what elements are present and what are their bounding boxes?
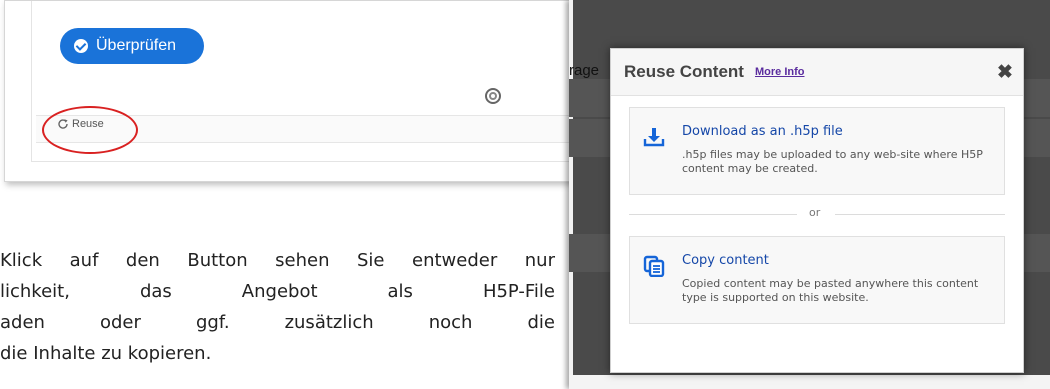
word: zusätzlich	[284, 312, 374, 333]
backdrop-footer	[569, 375, 1050, 389]
copy-content-option[interactable]: Copy content Copied content may be paste…	[629, 236, 1005, 324]
instruction-paragraph: Klick auf den Button sehen Sie entweder …	[0, 245, 555, 369]
download-option-title: Download as an .h5p file	[682, 124, 843, 139]
word: den	[125, 250, 160, 271]
word: oder	[99, 312, 141, 333]
background-partial-text: rage	[569, 62, 600, 79]
h5p-content-card: Überprüfen Reuse	[4, 0, 602, 182]
radio-target-icon[interactable]	[485, 88, 501, 104]
word: noch	[428, 312, 473, 333]
download-icon	[643, 128, 665, 147]
reuse-content-dialog: Reuse Content More Info ✖ Download as an…	[610, 48, 1024, 373]
backdrop-edge	[569, 0, 573, 389]
word: ggf.	[195, 312, 230, 333]
word: H5P-File	[482, 281, 555, 302]
word: die	[527, 312, 555, 333]
separator-line	[835, 214, 1005, 215]
word: lichkeit,	[0, 281, 70, 302]
close-icon[interactable]: ✖	[997, 61, 1013, 84]
word: sehen	[275, 250, 330, 271]
download-h5p-option[interactable]: Download as an .h5p file .h5p files may …	[629, 107, 1005, 195]
copy-icon	[643, 255, 665, 277]
or-separator: or	[629, 206, 1005, 222]
word: Klick	[0, 250, 43, 271]
word: entweder	[412, 250, 498, 271]
paragraph-line-3: aden oder ggf. zusätzlich noch die	[0, 307, 555, 338]
download-option-description: .h5p files may be uploaded to any web-si…	[682, 148, 983, 175]
check-button-label: Überprüfen	[96, 37, 177, 54]
word: nur	[524, 250, 555, 271]
word: aden	[0, 312, 45, 333]
word: Sie	[356, 250, 385, 271]
word: Angebot	[241, 281, 318, 302]
paragraph-line-1: Klick auf den Button sehen Sie entweder …	[0, 245, 555, 276]
dialog-header: Reuse Content More Info ✖	[611, 49, 1023, 96]
copy-option-description: Copied content may be pasted anywhere th…	[682, 277, 979, 304]
word: Button	[187, 250, 248, 271]
word: das	[139, 281, 172, 302]
paragraph-line-4: die Inhalte zu kopieren.	[0, 338, 555, 369]
separator-line	[629, 214, 797, 215]
check-button[interactable]: Überprüfen	[60, 28, 204, 64]
separator-text: or	[809, 206, 821, 219]
copy-option-title: Copy content	[682, 253, 769, 268]
more-info-link[interactable]: More Info	[755, 66, 805, 78]
word: auf	[69, 250, 99, 271]
highlight-ellipse	[42, 106, 138, 154]
dialog-title: Reuse Content	[624, 62, 744, 81]
word: als	[387, 281, 413, 302]
check-circle-icon	[74, 39, 88, 53]
paragraph-text: die Inhalte zu kopieren.	[0, 343, 212, 364]
paragraph-line-2: lichkeit, das Angebot als H5P-File	[0, 276, 555, 307]
